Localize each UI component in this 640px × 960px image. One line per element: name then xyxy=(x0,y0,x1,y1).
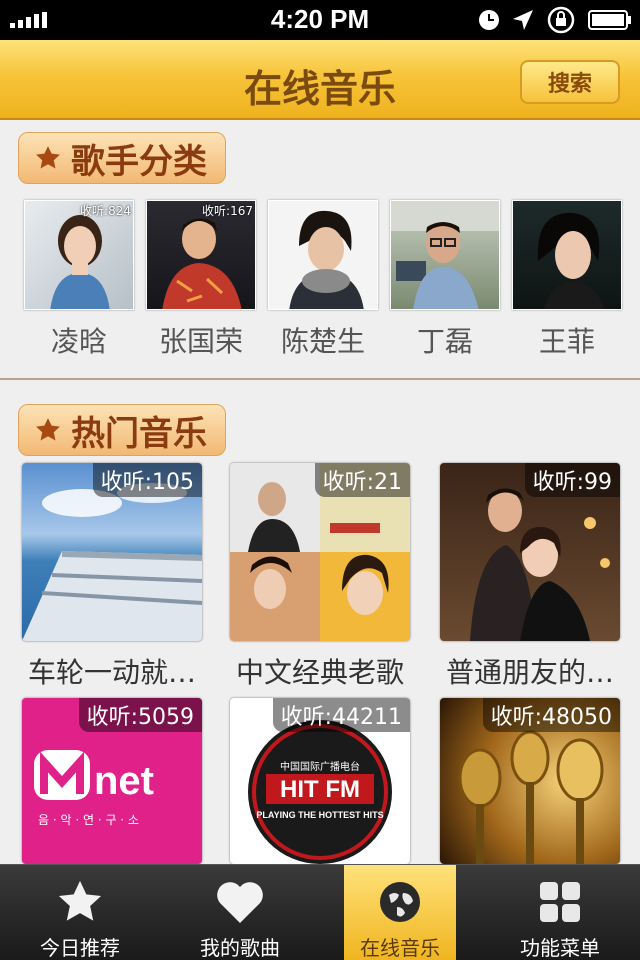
section-divider xyxy=(0,378,640,380)
singer-item[interactable]: 收听:167 张国荣 xyxy=(146,200,256,360)
music-cover[interactable]: 中国国际广播电台 HIT FM PLAYING THE HOTTEST HITS… xyxy=(230,698,410,864)
singer-item[interactable]: 收听:824 凌晗 xyxy=(24,200,134,360)
section-title: 热门音乐 xyxy=(71,413,207,454)
music-tile[interactable]: 中国国际广播电台 HIT FM PLAYING THE HOTTEST HITS… xyxy=(230,698,410,864)
music-cover[interactable]: 收听:48050 xyxy=(440,698,620,864)
singer-category-header: 歌手分类 xyxy=(18,132,226,184)
hit-fm-tagline: PLAYING THE HOTTEST HITS xyxy=(256,810,383,820)
hot-music-header: 热门音乐 xyxy=(18,404,226,456)
music-tile[interactable]: 收听:99 普通朋友的… xyxy=(440,463,620,691)
tab-label: 功能菜单 xyxy=(520,936,600,960)
singer-name: 丁磊 xyxy=(416,325,473,358)
singer-portrait-image xyxy=(537,212,605,309)
tab-bar: 今日推荐 我的歌曲 在线音乐 功能菜单 xyxy=(0,864,640,960)
grid-icon xyxy=(540,881,580,922)
listen-count-badge: 收听:99 xyxy=(524,463,620,497)
listen-count-badge: 收听:44211 xyxy=(272,698,410,732)
hit-fm-logo-text: HIT FM xyxy=(280,776,360,803)
search-button[interactable]: 搜索 xyxy=(520,60,620,104)
music-cover[interactable]: 收听:105 xyxy=(22,463,202,641)
singer-item[interactable]: 丁磊 xyxy=(390,200,500,360)
tab-label: 我的歌曲 xyxy=(200,936,280,960)
listen-count-badge: 收听:5059 xyxy=(78,698,202,732)
tab-label: 今日推荐 xyxy=(40,936,120,960)
listen-count-badge: 收听:105 xyxy=(92,463,202,497)
tab-today-recommend[interactable]: 今日推荐 xyxy=(0,865,160,960)
star-icon xyxy=(36,418,60,441)
music-cover[interactable]: 收听:21 xyxy=(230,463,410,641)
singer-photo[interactable]: 收听:167 xyxy=(146,200,256,310)
singer-photo[interactable] xyxy=(268,200,378,310)
singer-portrait-image xyxy=(391,201,499,309)
star-icon xyxy=(36,146,60,169)
listen-count: 收听:167 xyxy=(202,204,253,218)
section-title: 歌手分类 xyxy=(71,141,207,182)
tab-function-menu[interactable]: 功能菜单 xyxy=(480,865,640,960)
music-title: 车轮一动就… xyxy=(27,656,196,689)
location-arrow-icon xyxy=(513,10,533,30)
tab-online-music[interactable]: 在线音乐 xyxy=(344,865,456,960)
music-tile[interactable]: 收听:105 车轮一动就… xyxy=(22,463,202,691)
star-icon xyxy=(58,880,102,921)
status-bar: 4:20 PM xyxy=(0,0,640,40)
listen-count-badge: 收听:21 xyxy=(314,463,410,497)
singer-name: 张国荣 xyxy=(158,325,243,358)
tab-my-songs[interactable]: 我的歌曲 xyxy=(160,865,320,960)
singer-name: 陈楚生 xyxy=(280,325,365,358)
mnet-logo-subtext: 음 · 악 · 연 · 구 · 소 xyxy=(38,813,139,827)
heart-icon xyxy=(217,881,263,923)
clock-icon xyxy=(479,10,499,30)
singer-item[interactable]: 王菲 xyxy=(512,200,622,360)
mnet-logo-text: net xyxy=(94,759,154,803)
singer-photo[interactable] xyxy=(390,200,500,310)
singer-photo[interactable]: 收听:824 xyxy=(24,200,134,310)
singer-item[interactable]: 陈楚生 xyxy=(268,200,378,360)
music-tile[interactable]: 收听:21 中文经典老歌 xyxy=(230,463,410,691)
music-tile[interactable]: net 음 · 악 · 연 · 구 · 소 收听:5059 xyxy=(22,698,202,864)
music-title: 中文经典老歌 xyxy=(235,656,404,689)
music-title: 普通朋友的… xyxy=(445,656,614,689)
music-tile[interactable]: 收听:48050 xyxy=(440,698,620,864)
navigation-bar: 在线音乐 搜索 xyxy=(0,40,640,120)
singer-photo[interactable] xyxy=(512,200,622,310)
music-cover[interactable]: net 음 · 악 · 연 · 구 · 소 收听:5059 xyxy=(22,698,202,864)
listen-count: 收听:824 xyxy=(80,204,131,218)
singer-portrait-image xyxy=(289,210,364,309)
rotation-lock-icon xyxy=(547,6,575,34)
music-cover[interactable]: 收听:99 xyxy=(440,463,620,641)
singer-name: 王菲 xyxy=(538,325,595,358)
listen-count-badge: 收听:48050 xyxy=(482,698,620,732)
battery-icon xyxy=(588,10,631,30)
singer-name: 凌晗 xyxy=(50,325,107,358)
tab-label: 在线音乐 xyxy=(360,936,440,960)
hit-fm-top-text: 中国国际广播电台 xyxy=(280,760,360,773)
globe-icon xyxy=(380,881,420,922)
